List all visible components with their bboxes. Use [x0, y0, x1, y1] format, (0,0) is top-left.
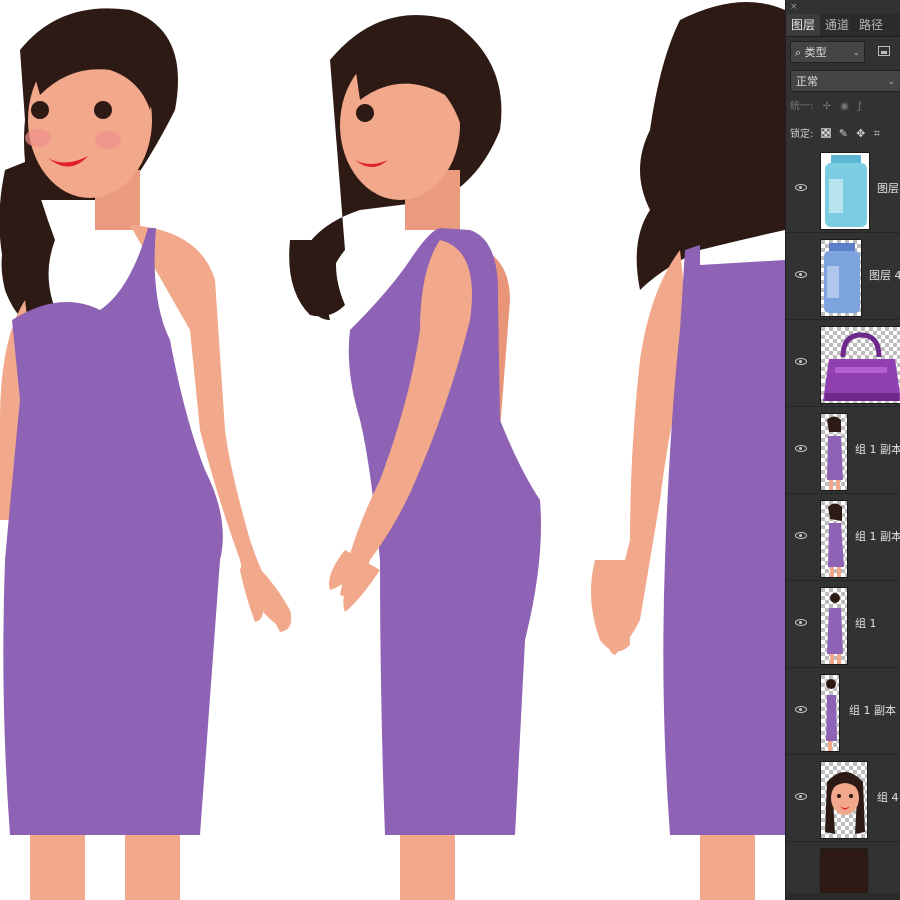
lock-brush-icon[interactable]: ✎ — [839, 125, 848, 143]
tab-layers[interactable]: 图层 — [786, 14, 821, 36]
lock-label: 锁定: — [790, 129, 814, 140]
layer-name: 组 1 副本 3 — [849, 704, 900, 717]
layer-list[interactable]: 图层 图层 4 组 1 副本 组 1 副本 组 1 组 1 副本 组 4 — [786, 147, 900, 900]
unify-row: 统一: ✢ ◉ ƒ — [790, 98, 900, 116]
visibility-eye-icon[interactable] — [795, 793, 807, 800]
layer-row[interactable]: 组 1 副本 — [786, 408, 900, 494]
visibility-eye-icon[interactable] — [795, 271, 807, 278]
bottle-thumbnail-icon — [825, 155, 867, 227]
figure-thumbnail-icon — [827, 593, 843, 664]
layer-filter-select[interactable]: ⌕ 类型 ⌄ — [790, 41, 865, 63]
figure-side — [289, 15, 541, 900]
figure-thumbnail-icon — [828, 503, 844, 577]
layer-row[interactable] — [786, 321, 900, 407]
visibility-eye-icon[interactable] — [795, 184, 807, 191]
unify-visibility-icon[interactable]: ◉ — [840, 101, 849, 112]
blend-mode-select[interactable]: 正常 ⌄ — [790, 70, 900, 92]
filter-value: 类型 — [804, 46, 827, 59]
tab-channels[interactable]: 通道 — [820, 14, 854, 36]
layer-filter-row: ⌕ 类型 ⌄ — [790, 41, 900, 65]
visibility-eye-icon[interactable] — [795, 532, 807, 539]
bag-thumbnail-icon — [823, 332, 900, 401]
layer-row[interactable]: 组 1 副本 — [786, 495, 900, 581]
figure-thumbnail-icon — [826, 679, 837, 751]
layer-name: 组 1 副本 — [855, 443, 900, 456]
chevron-down-icon: ⌄ — [887, 77, 895, 87]
layer-row[interactable]: 图层 4 — [786, 234, 900, 320]
lock-row: 锁定: ✎ ✥ ⌗ — [790, 125, 900, 143]
unify-label: 统一: — [790, 101, 814, 112]
lock-move-icon[interactable]: ✥ — [856, 125, 865, 143]
visibility-eye-icon[interactable] — [795, 445, 807, 452]
figure-thumbnail-icon — [827, 416, 843, 490]
layer-name: 组 1 — [855, 617, 877, 630]
layer-thumbnail — [820, 239, 862, 317]
layer-row[interactable]: 组 1 副本 3 — [786, 669, 900, 755]
layer-thumbnail — [820, 500, 848, 578]
layer-thumbnail — [820, 674, 840, 752]
unify-style-icon[interactable]: ƒ — [858, 101, 862, 112]
layer-name: 组 4 — [877, 791, 899, 804]
unify-position-icon[interactable]: ✢ — [823, 101, 831, 112]
layers-panel: × 图层 通道 路径 ⌕ 类型 ⌄ 正常 ⌄ 统一: ✢ ◉ ƒ 锁定: ✎ ✥… — [785, 0, 900, 900]
image-filter-icon[interactable] — [878, 46, 890, 56]
layer-name: 图层 — [877, 182, 899, 195]
layer-thumbnail — [820, 413, 848, 491]
layer-name: 图层 4 — [869, 269, 900, 282]
panel-tab-bar: 图层 通道 路径 — [786, 14, 900, 37]
lock-transparent-icon[interactable] — [820, 128, 831, 138]
layer-thumbnail — [820, 587, 848, 665]
tab-paths[interactable]: 路径 — [854, 14, 888, 36]
close-panel-icon[interactable]: × — [790, 3, 798, 12]
figure-back — [591, 2, 785, 900]
document-canvas[interactable] — [0, 0, 785, 900]
layer-row[interactable]: 图层 — [786, 147, 900, 233]
character-artwork — [0, 2, 785, 900]
layer-row[interactable]: 组 4 — [786, 756, 900, 842]
chevron-down-icon: ⌄ — [852, 48, 860, 58]
layer-thumbnail — [820, 848, 868, 898]
search-icon: ⌕ — [795, 46, 802, 59]
lock-artboard-icon[interactable]: ⌗ — [874, 125, 880, 143]
layer-row[interactable]: 组 1 — [786, 582, 900, 668]
blend-mode-value: 正常 — [796, 75, 818, 88]
face-thumbnail-icon — [825, 772, 865, 834]
layer-thumbnail — [820, 152, 870, 230]
layer-row[interactable] — [786, 843, 900, 900]
visibility-eye-icon[interactable] — [795, 619, 807, 626]
figure-front — [0, 8, 292, 900]
layer-thumbnail — [820, 326, 900, 404]
bottle-thumbnail-icon — [824, 243, 860, 313]
layer-thumbnail — [820, 761, 868, 839]
layer-name: 组 1 副本 — [855, 530, 900, 543]
panel-footer — [786, 893, 900, 900]
visibility-eye-icon[interactable] — [795, 358, 807, 365]
visibility-eye-icon[interactable] — [795, 706, 807, 713]
